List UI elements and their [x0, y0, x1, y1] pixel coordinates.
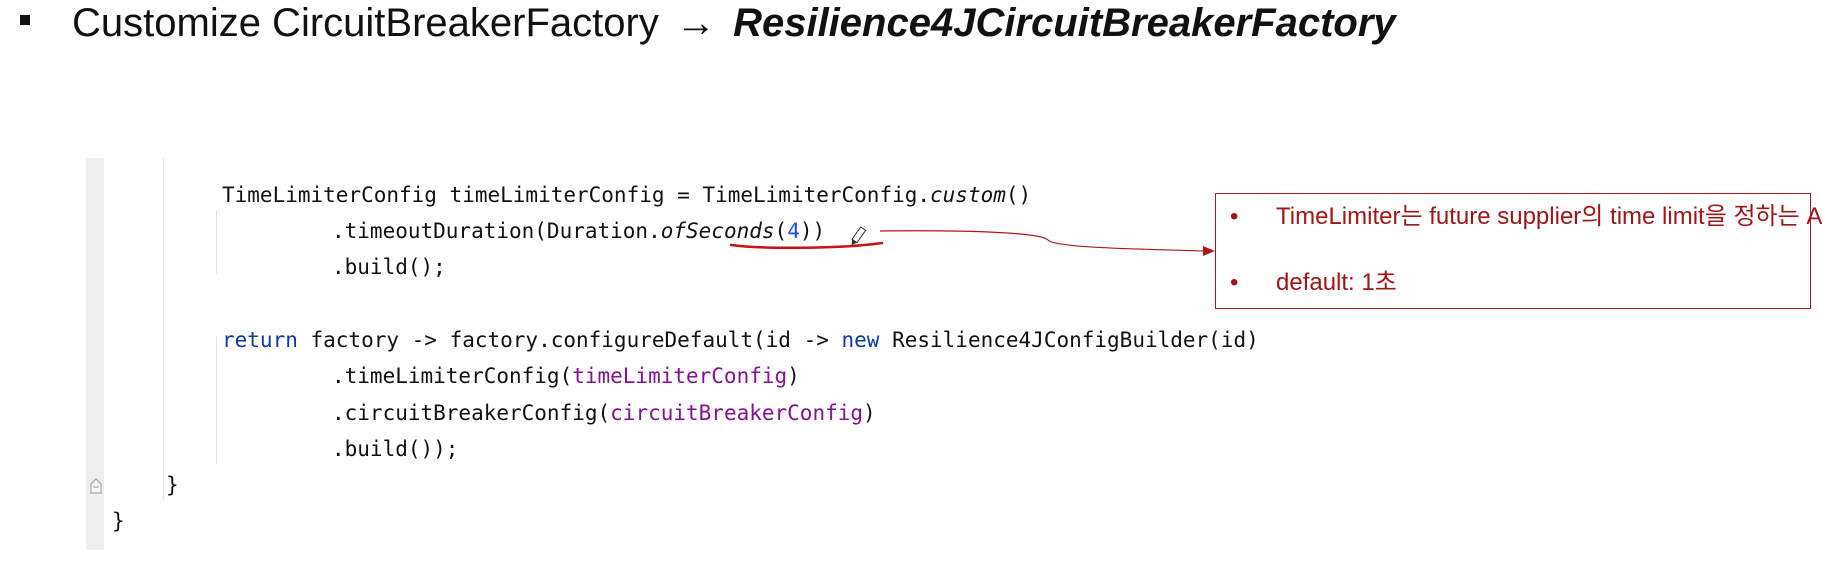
annotation-item: TimeLimiter는 future supplier의 time limit… — [1216, 202, 1823, 232]
annotation-item: default: 1초 — [1216, 268, 1823, 298]
callout-arrow-line — [879, 230, 1206, 252]
pen-cursor-icon — [851, 226, 867, 246]
callout-arrow-head — [1203, 246, 1215, 256]
annotation-box: TimeLimiter는 future supplier의 time limit… — [1215, 193, 1823, 309]
red-underline — [729, 241, 884, 250]
